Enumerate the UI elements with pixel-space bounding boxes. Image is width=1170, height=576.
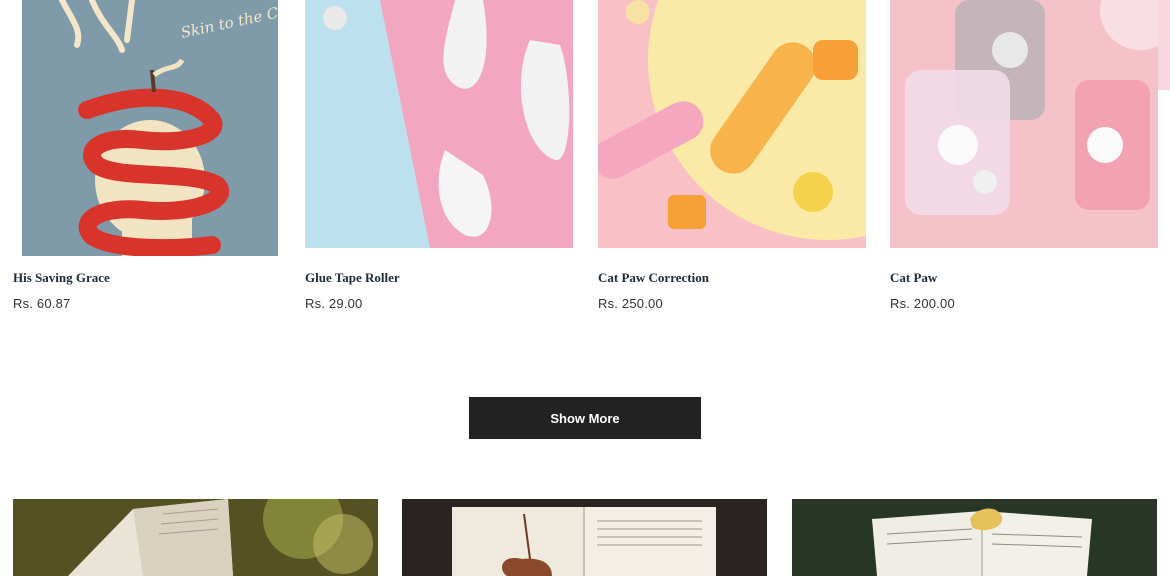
product-name[interactable]: Cat Paw Correction: [598, 270, 709, 286]
banner-image: [13, 499, 378, 576]
next-card-edge: [1158, 0, 1170, 90]
product-image-cat-paw[interactable]: [890, 0, 1158, 248]
product-price: Rs. 60.87: [13, 296, 71, 311]
banner-open-book-leaf[interactable]: [402, 499, 767, 576]
product-price: Rs. 200.00: [890, 296, 955, 311]
cat-paw-illustration: [890, 0, 1158, 248]
banner-open-book-yellow-leaf[interactable]: [792, 499, 1157, 576]
product-image-book-cover[interactable]: Skin to the Core: [22, 0, 278, 256]
banner-image: [402, 499, 767, 576]
glue-tape-illustration: [305, 0, 573, 248]
next-card-edge-shape: [1158, 0, 1170, 90]
banner-image: [792, 499, 1157, 576]
show-more-button[interactable]: Show More: [469, 397, 701, 439]
book-cover-illustration: Skin to the Core: [22, 0, 278, 256]
product-image-cat-paw-correction[interactable]: [598, 0, 866, 248]
product-price: Rs. 250.00: [598, 296, 663, 311]
product-name[interactable]: Glue Tape Roller: [305, 270, 400, 286]
product-name[interactable]: Cat Paw: [890, 270, 937, 286]
product-price: Rs. 29.00: [305, 296, 363, 311]
product-grid: Skin to the Core His Saving Grace Rs. 60…: [0, 0, 1170, 330]
product-name[interactable]: His Saving Grace: [13, 270, 110, 286]
product-image-glue-tape[interactable]: [305, 0, 573, 248]
banner-open-book-grass[interactable]: [13, 499, 378, 576]
cat-paw-correction-illustration: [598, 0, 866, 248]
